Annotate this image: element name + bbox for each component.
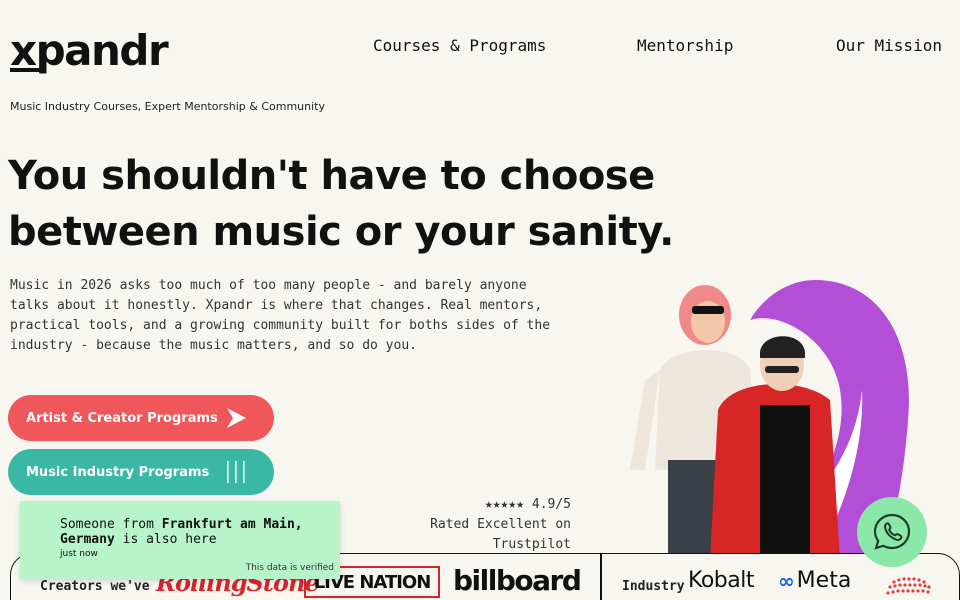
meta-wordmark: Meta [796, 568, 852, 593]
arrow-right-icon [227, 408, 246, 428]
meta-infinity-icon: ∞ [778, 568, 795, 593]
whatsapp-chat-button[interactable] [857, 497, 927, 567]
whatsapp-icon [873, 513, 911, 550]
nav-mentorship[interactable]: Mentorship [637, 36, 733, 55]
industry-button-label: Music Industry Programs [26, 464, 210, 480]
billboard-logo: billboard [453, 564, 582, 597]
site-tagline: Music Industry Courses, Expert Mentorshi… [10, 100, 325, 113]
dotted-logo-icon [886, 577, 931, 595]
artist-button-label: Artist & Creator Programs [26, 410, 218, 426]
bars-icon [227, 461, 245, 483]
hero-headline-line1: You shouldn't have to choose [8, 153, 655, 199]
nav-courses-programs[interactable]: Courses & Programs [373, 36, 546, 55]
visitor-notification[interactable]: Someone from Frankfurt am Main, Germany … [20, 501, 340, 579]
logos-divider [600, 553, 602, 600]
hero-headline-line2: between music or your sanity. [8, 209, 674, 255]
industry-label: Industry [622, 579, 685, 594]
rating-label: Rated Excellent on Trustpilot [430, 517, 571, 552]
artist-creator-programs-button[interactable]: Artist & Creator Programs [8, 395, 274, 441]
creators-label: Creators we've [40, 579, 150, 594]
logo-underline [10, 68, 40, 72]
nav-our-mission[interactable]: Our Mission [836, 36, 942, 55]
hero-headline: You shouldn't have to choose between mus… [8, 148, 708, 260]
meta-logo: ∞ Meta [778, 568, 851, 593]
notification-time: just now [60, 549, 98, 559]
notification-verified: This data is verified [245, 563, 334, 573]
hero-intro: Music in 2026 asks too much of too many … [10, 278, 551, 353]
trustpilot-rating[interactable]: ★★★★★ 4.9/5 Rated Excellent on Trustpilo… [390, 495, 571, 555]
rating-stars: ★★★★★ 4.9/5 [484, 497, 571, 512]
notification-message: Someone from Frankfurt am Main, Germany … [60, 517, 303, 547]
kobalt-logo: Kobalt [688, 568, 754, 593]
music-industry-programs-button[interactable]: Music Industry Programs [8, 449, 274, 495]
